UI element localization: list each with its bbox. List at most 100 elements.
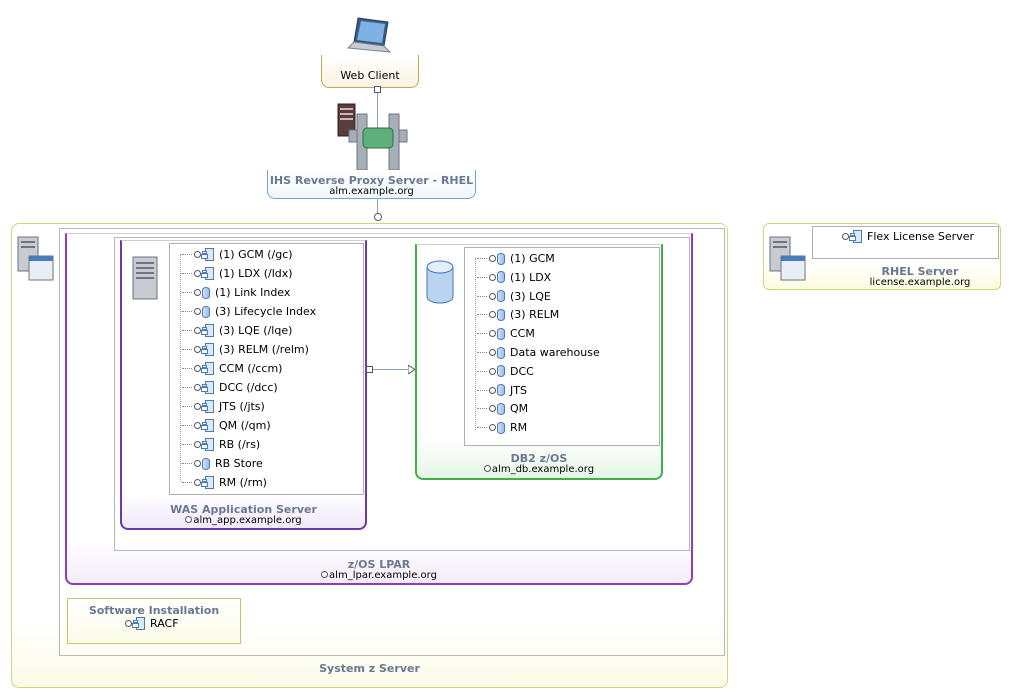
tree-branch bbox=[477, 333, 487, 335]
connector-icon bbox=[483, 465, 491, 472]
list-item[interactable]: (1) LDX bbox=[477, 268, 551, 287]
laptop-icon bbox=[346, 17, 392, 53]
list-item-label: RM bbox=[510, 421, 528, 435]
connector-icon bbox=[489, 367, 496, 375]
list-item[interactable]: CCM bbox=[477, 324, 535, 343]
tree-branch bbox=[477, 352, 487, 353]
system-z-title: System z Server bbox=[319, 662, 420, 675]
component-icon bbox=[850, 230, 862, 243]
tree-branch bbox=[182, 330, 192, 331]
tree-branch bbox=[182, 273, 192, 274]
component-icon bbox=[202, 324, 214, 337]
tree-branch bbox=[477, 427, 487, 429]
list-item[interactable]: (3) LQE bbox=[477, 287, 551, 306]
list-item-label: (3) LQE bbox=[510, 289, 551, 303]
connector-icon bbox=[321, 571, 329, 578]
list-item[interactable]: Data warehouse bbox=[477, 343, 600, 362]
component-icon bbox=[202, 248, 214, 261]
list-item[interactable]: CCM (/ccm) bbox=[182, 359, 282, 378]
tree-branch bbox=[182, 292, 192, 293]
database-icon bbox=[497, 327, 505, 340]
list-item[interactable]: (1) GCM (/gc) bbox=[182, 245, 293, 264]
connector-icon bbox=[194, 289, 201, 296]
racf-item[interactable]: RACF bbox=[125, 617, 179, 630]
rhel-component-list: Flex License Server bbox=[812, 226, 999, 259]
proxy-host: alm.example.org bbox=[329, 186, 414, 197]
db2-host-text: alm_db.example.org bbox=[491, 464, 595, 475]
list-item-label: RM (/rm) bbox=[219, 476, 267, 489]
list-item-label: QM (/qm) bbox=[219, 419, 271, 432]
connector-icon bbox=[489, 330, 496, 338]
list-item-label: (3) RELM bbox=[510, 308, 560, 322]
list-item-label: (1) LDX (/ldx) bbox=[219, 267, 293, 280]
connector-port bbox=[366, 366, 373, 373]
list-item[interactable]: QM bbox=[477, 399, 528, 418]
list-item-label: CCM bbox=[510, 327, 535, 341]
list-item-label: (1) GCM bbox=[510, 252, 555, 265]
tree-branch bbox=[477, 370, 487, 372]
db2-host: alm_db.example.org bbox=[417, 464, 661, 475]
list-item[interactable]: (3) RELM (/relm) bbox=[182, 340, 309, 359]
list-item[interactable]: RM (/rm) bbox=[182, 473, 267, 492]
connector-icon bbox=[194, 365, 201, 372]
tree-branch bbox=[477, 389, 487, 391]
list-item[interactable]: (3) LQE (/lqe) bbox=[182, 321, 292, 340]
tree-branch bbox=[182, 482, 192, 483]
list-item-label: DCC bbox=[510, 364, 534, 378]
flex-license-server-label: Flex License Server bbox=[867, 230, 975, 243]
flex-license-server-item[interactable]: Flex License Server bbox=[842, 230, 974, 243]
list-item[interactable]: DCC (/dcc) bbox=[182, 378, 278, 397]
list-item[interactable]: QM (/qm) bbox=[182, 416, 271, 435]
list-item[interactable]: (3) RELM bbox=[477, 305, 559, 324]
tree-branch bbox=[477, 314, 487, 316]
tree-branch bbox=[477, 258, 487, 259]
component-icon bbox=[202, 419, 214, 432]
proxy-router-icon bbox=[348, 113, 408, 171]
tree-branch bbox=[182, 368, 192, 369]
web-client-node[interactable]: Web Client bbox=[321, 55, 419, 88]
server-icon bbox=[132, 256, 158, 300]
list-item[interactable]: (3) Lifecycle Index bbox=[182, 302, 316, 321]
connector-icon bbox=[194, 460, 201, 467]
software-installation-node[interactable]: Software Installation RACF bbox=[67, 598, 241, 644]
list-item-label: (1) GCM (/gc) bbox=[219, 248, 293, 261]
database-icon bbox=[497, 402, 505, 415]
connector-icon bbox=[489, 273, 496, 281]
component-icon bbox=[202, 438, 214, 451]
database-icon bbox=[202, 305, 210, 318]
connector-port bbox=[374, 86, 381, 93]
was-host: alm_app.example.org bbox=[122, 515, 365, 526]
tree-branch bbox=[182, 311, 192, 312]
list-item[interactable]: RM bbox=[477, 418, 527, 437]
database-icon bbox=[497, 421, 505, 434]
tree-line bbox=[180, 254, 181, 482]
tree-branch bbox=[477, 295, 487, 297]
tree-branch bbox=[182, 463, 192, 464]
component-icon bbox=[133, 617, 145, 630]
database-icon bbox=[497, 346, 505, 359]
list-item[interactable]: JTS bbox=[477, 381, 527, 400]
component-icon bbox=[202, 381, 214, 394]
list-item[interactable]: DCC bbox=[477, 362, 534, 381]
web-client-label: Web Client bbox=[340, 69, 400, 82]
list-item-label: QM bbox=[510, 402, 529, 416]
tree-branch bbox=[477, 276, 487, 278]
tree-branch bbox=[182, 425, 192, 426]
list-item[interactable]: (1) GCM bbox=[477, 249, 555, 268]
list-item-label: JTS bbox=[510, 383, 527, 397]
list-item[interactable]: (1) Link Index bbox=[182, 283, 290, 302]
list-item[interactable]: JTS (/jts) bbox=[182, 397, 265, 416]
proxy-server-node[interactable]: IHS Reverse Proxy Server - RHEL alm.exam… bbox=[267, 170, 476, 199]
list-item[interactable]: (1) LDX (/ldx) bbox=[182, 264, 293, 283]
server-window-icon bbox=[769, 236, 806, 281]
tree-branch bbox=[182, 254, 192, 255]
list-item[interactable]: RB Store bbox=[182, 454, 263, 473]
tree-branch bbox=[477, 408, 487, 410]
connector-icon bbox=[194, 308, 201, 315]
connector-icon bbox=[194, 441, 201, 448]
tree-branch bbox=[182, 387, 192, 388]
database-icon bbox=[497, 252, 505, 265]
connector-icon bbox=[489, 292, 496, 300]
database-icon bbox=[497, 290, 505, 303]
list-item[interactable]: RB (/rs) bbox=[182, 435, 260, 454]
